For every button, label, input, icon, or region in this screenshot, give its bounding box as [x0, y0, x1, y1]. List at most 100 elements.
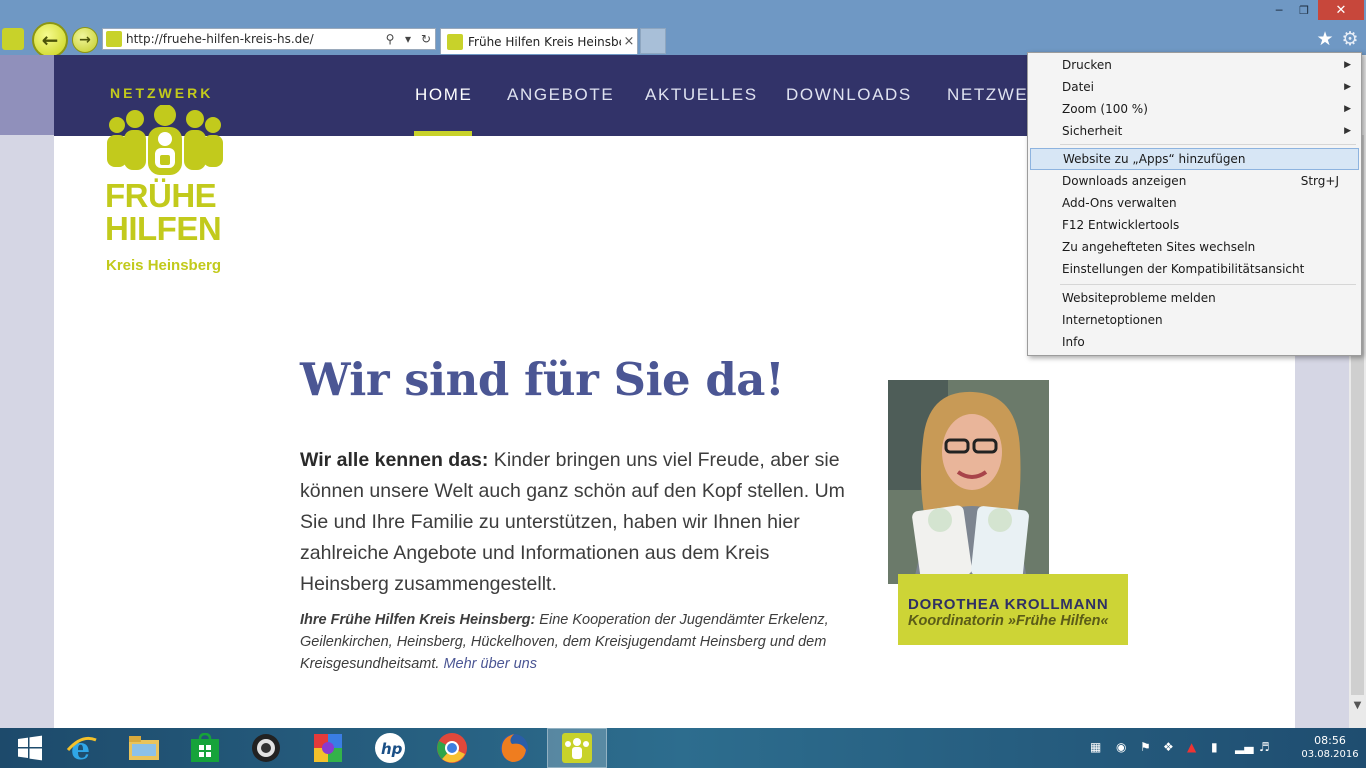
menu-item-file[interactable]: Datei ▶ [1030, 76, 1359, 98]
family-logo-icon [107, 105, 223, 175]
tray-globe-icon[interactable]: ◉ [1116, 740, 1126, 754]
arrow-right-icon: → [79, 32, 91, 48]
menu-shortcut: Strg+J [1300, 174, 1339, 188]
fruehe-hilfen-site-icon[interactable] [547, 728, 607, 768]
address-url[interactable]: http://fruehe-hilfen-kreis-hs.de/ [126, 32, 381, 46]
tab-close-button[interactable]: × [621, 34, 637, 49]
svg-text:e: e [71, 732, 90, 764]
menu-item-label: Einstellungen der Kompatibilitätsansicht [1062, 262, 1305, 276]
submenu-arrow-icon: ▶ [1344, 126, 1351, 136]
hp-icon[interactable]: hp [360, 728, 420, 768]
menu-item-compat-settings[interactable]: Einstellungen der Kompatibilitätsansicht [1030, 258, 1359, 280]
nav-item-aktuelles[interactable]: AKTUELLES [645, 85, 758, 105]
webcam-icon[interactable] [236, 728, 296, 768]
tab-title: Frühe Hilfen Kreis Heinsber... [468, 34, 621, 49]
taskbar: e hp ▦ ◉ ⚑ ❖ ▲ ▮ ▂▄ ♬ 08:56 03.08.2016 [0, 728, 1366, 768]
address-bar[interactable]: http://fruehe-hilfen-kreis-hs.de/ ⚲ ▾ ↻ [102, 28, 436, 50]
menu-item-report-problems[interactable]: Websiteprobleme melden [1030, 287, 1359, 309]
internet-explorer-icon[interactable]: e [52, 728, 112, 768]
menu-item-label: F12 Entwicklertools [1062, 218, 1180, 232]
nav-item-downloads[interactable]: DOWNLOADS [786, 85, 912, 105]
new-tab-button[interactable] [640, 28, 666, 54]
system-clock[interactable]: 08:56 03.08.2016 [1300, 733, 1360, 762]
tray-dropbox-icon[interactable]: ❖ [1163, 740, 1174, 754]
menu-item-add-to-apps[interactable]: Website zu „Apps“ hinzufügen [1030, 148, 1359, 170]
coordinator-name: DOROTHEA KROLLMANN [908, 596, 1109, 613]
portrait-image [888, 380, 1049, 584]
menu-item-label: Info [1062, 335, 1085, 349]
menu-item-label: Drucken [1062, 58, 1112, 72]
cooperation-note: Ihre Frühe Hilfen Kreis Heinsberg: Eine … [300, 609, 860, 675]
menu-item-addons[interactable]: Add-Ons verwalten [1030, 192, 1359, 214]
store-icon[interactable] [175, 728, 235, 768]
menu-separator [1060, 144, 1356, 145]
more-about-us-link[interactable]: Mehr über uns [443, 656, 537, 672]
file-explorer-icon[interactable] [114, 728, 174, 768]
menu-item-label: Downloads anzeigen [1062, 174, 1187, 188]
tab-favicon-icon [447, 33, 463, 50]
clock-date: 03.08.2016 [1301, 749, 1359, 760]
site-favicon-icon [106, 31, 122, 47]
coordinator-photo [888, 380, 1049, 584]
refresh-icon[interactable]: ↻ [417, 32, 435, 46]
menu-item-label: Internetoptionen [1062, 313, 1163, 327]
tray-signal-icon[interactable]: ▂▄ [1235, 740, 1253, 754]
menu-separator [1060, 284, 1356, 285]
coordinator-role: Koordinatorin »Frühe Hilfen« [908, 613, 1109, 629]
submenu-arrow-icon: ▶ [1344, 82, 1351, 92]
menu-item-zoom[interactable]: Zoom (100 %) ▶ [1030, 98, 1359, 120]
menu-item-label: Zu angehefteten Sites wechseln [1062, 240, 1256, 254]
submenu-arrow-icon: ▶ [1344, 60, 1351, 70]
scroll-down-arrow-icon[interactable]: ▼ [1349, 700, 1366, 716]
menu-item-label: Websiteprobleme melden [1062, 291, 1216, 305]
menu-item-pinned-sites[interactable]: Zu angehefteten Sites wechseln [1030, 236, 1359, 258]
nav-item-home[interactable]: HOME [415, 85, 472, 105]
logo-top-text: NETZWERK [110, 85, 214, 101]
browser-tab[interactable]: Frühe Hilfen Kreis Heinsber... × [440, 28, 638, 54]
close-window-button[interactable]: ✕ [1318, 0, 1364, 20]
intro-paragraph: Wir alle kennen das: Kinder bringen uns … [300, 445, 860, 600]
menu-item-info[interactable]: Info [1030, 331, 1359, 353]
menu-item-label: Add-Ons verwalten [1062, 196, 1177, 210]
clock-time: 08:56 [1314, 734, 1346, 747]
menu-item-print[interactable]: Drucken ▶ [1030, 54, 1359, 76]
minimize-button[interactable]: ─ [1266, 0, 1292, 20]
arrow-left-icon: ← [41, 28, 59, 52]
favorites-star-icon[interactable]: ★ [1314, 28, 1336, 50]
menu-item-downloads[interactable]: Downloads anzeigen Strg+J [1030, 170, 1359, 192]
paint-app-icon[interactable] [298, 728, 358, 768]
back-button[interactable]: ← [32, 22, 68, 58]
tray-battery-icon[interactable]: ▮ [1211, 740, 1218, 754]
browser-chrome: ─ ❐ ✕ ← → http://fruehe-hilfen-kreis-hs.… [0, 0, 1366, 58]
tray-network-icon[interactable]: ▦ [1090, 740, 1101, 754]
note-bold: Ihre Frühe Hilfen Kreis Heinsberg: [300, 612, 536, 628]
logo-main-text: FRÜHE HILFEN [105, 177, 222, 247]
svg-text:hp: hp [381, 740, 403, 758]
firefox-icon[interactable] [484, 728, 544, 768]
menu-item-label: Website zu „Apps“ hinzufügen [1063, 152, 1246, 166]
menu-item-label: Datei [1062, 80, 1095, 94]
menu-item-internet-options[interactable]: Internetoptionen [1030, 309, 1359, 331]
chrome-icon[interactable] [422, 728, 482, 768]
gear-icon[interactable]: ⚙ [1339, 28, 1361, 50]
header-band [0, 55, 54, 135]
menu-item-label: Zoom (100 %) [1062, 102, 1148, 116]
pinned-site-icon[interactable] [2, 28, 24, 50]
submenu-arrow-icon: ▶ [1344, 104, 1351, 114]
search-icon[interactable]: ⚲ [381, 32, 399, 46]
restore-button[interactable]: ❐ [1292, 0, 1316, 20]
logo-subtitle: Kreis Heinsberg [106, 257, 222, 274]
start-icon[interactable] [0, 728, 60, 768]
menu-item-label: Sicherheit [1062, 124, 1123, 138]
dropdown-arrow-icon[interactable]: ▾ [399, 32, 417, 46]
site-logo[interactable]: NETZWERK FRÜHE HILFEN Kreis Heinsberg [100, 81, 230, 281]
tray-antivirus-icon[interactable]: ▲ [1187, 740, 1196, 754]
nav-item-netzwerk[interactable]: NETZWE [947, 85, 1028, 105]
nav-item-angebote[interactable]: ANGEBOTE [507, 85, 614, 105]
menu-item-security[interactable]: Sicherheit ▶ [1030, 120, 1359, 142]
menu-item-devtools[interactable]: F12 Entwicklertools [1030, 214, 1359, 236]
page-headline: Wir sind für Sie da! [300, 353, 785, 406]
forward-button[interactable]: → [72, 27, 98, 53]
tray-flag-icon[interactable]: ⚑ [1140, 740, 1151, 754]
tray-volume-icon[interactable]: ♬ [1259, 740, 1270, 754]
